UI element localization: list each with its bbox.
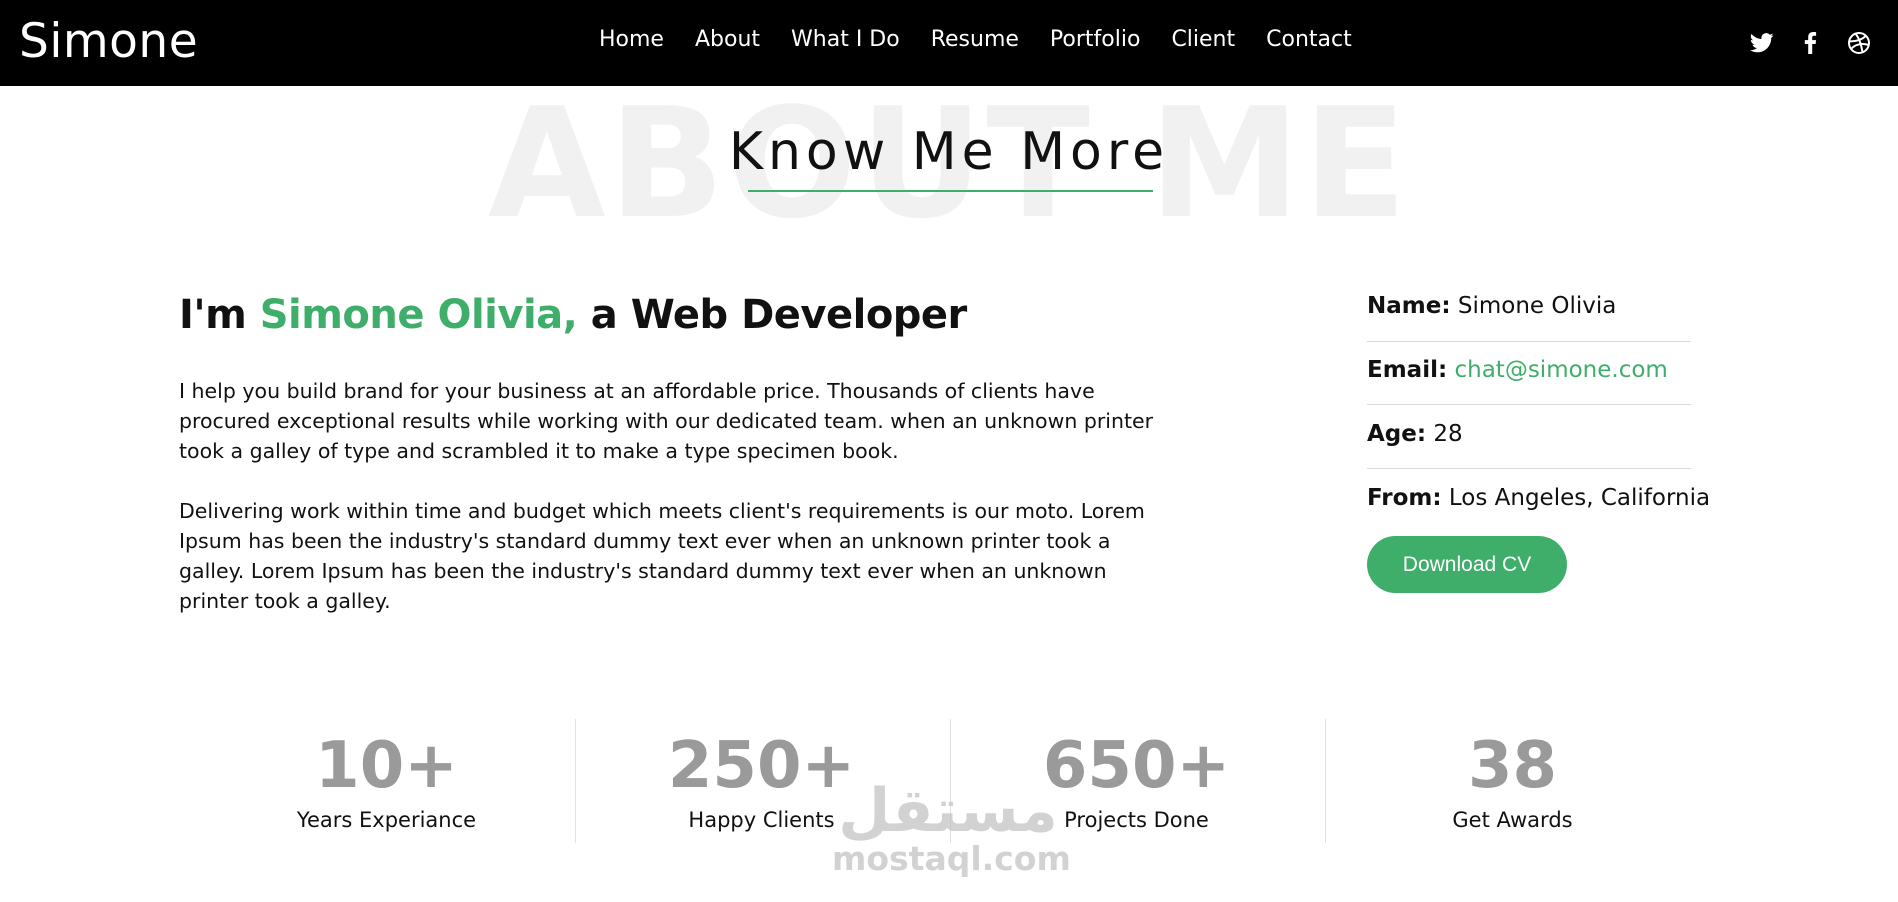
info-age: Age: 28	[1367, 421, 1691, 447]
nav-links: Home About What I Do Resume Portfolio Cl…	[599, 27, 1383, 52]
info-divider	[1367, 341, 1691, 342]
nav-link-contact[interactable]: Contact	[1266, 27, 1352, 52]
info-email-link[interactable]: chat@simone.com	[1454, 357, 1667, 383]
stat-get-awards: 38 Get Awards	[1325, 728, 1700, 832]
intro-prefix: I'm	[179, 292, 260, 338]
nav-link-what-i-do[interactable]: What I Do	[791, 27, 900, 52]
download-cv-button[interactable]: Download CV	[1367, 536, 1567, 593]
navbar: Simone Home About What I Do Resume Portf…	[0, 0, 1898, 86]
section-title: Know Me More	[728, 122, 1170, 182]
dribbble-icon[interactable]	[1846, 30, 1872, 56]
info-divider	[1367, 468, 1691, 469]
info-name-value: Simone Olivia	[1457, 293, 1617, 319]
title-underline	[748, 190, 1153, 192]
nav-link-resume[interactable]: Resume	[931, 27, 1019, 52]
watermark-arabic: مستقل	[838, 776, 1058, 846]
stat-label: Get Awards	[1452, 808, 1573, 832]
stat-label: Years Experiance	[296, 808, 477, 832]
info-name: Name: Simone Olivia	[1367, 293, 1691, 319]
nav-link-portfolio[interactable]: Portfolio	[1050, 27, 1141, 52]
info-name-label: Name:	[1367, 293, 1451, 319]
info-age-value: 28	[1433, 421, 1463, 447]
info-age-label: Age:	[1367, 421, 1427, 447]
watermark: مستقل mostaql.com	[832, 776, 1071, 878]
intro-name: Simone Olivia,	[259, 292, 578, 338]
stat-years-experience: 10+ Years Experiance	[199, 728, 574, 832]
brand-logo[interactable]: Simone	[19, 14, 198, 69]
info-from-label: From:	[1367, 485, 1442, 511]
intro-heading: I'm Simone Olivia, a Web Developer	[179, 292, 967, 338]
about-paragraph-1: I help you build brand for your business…	[179, 379, 1154, 463]
nav-link-client[interactable]: Client	[1171, 27, 1235, 52]
nav-link-about[interactable]: About	[695, 27, 760, 52]
intro-suffix: a Web Developer	[577, 292, 968, 338]
info-divider	[1367, 404, 1691, 405]
info-email: Email: chat@simone.com	[1367, 357, 1691, 383]
info-from: From: Los Angeles, California	[1367, 485, 1710, 511]
stat-value: 10+	[315, 729, 458, 803]
facebook-icon[interactable]	[1797, 30, 1823, 56]
info-from-value: Los Angeles, California	[1448, 485, 1711, 511]
about-paragraph-2: Delivering work within time and budget w…	[179, 499, 1145, 613]
info-email-label: Email:	[1367, 357, 1448, 383]
nav-link-home[interactable]: Home	[599, 27, 664, 52]
stat-value: 38	[1467, 729, 1558, 803]
watermark-latin: mostaql.com	[832, 839, 1071, 878]
twitter-icon[interactable]	[1749, 30, 1775, 56]
